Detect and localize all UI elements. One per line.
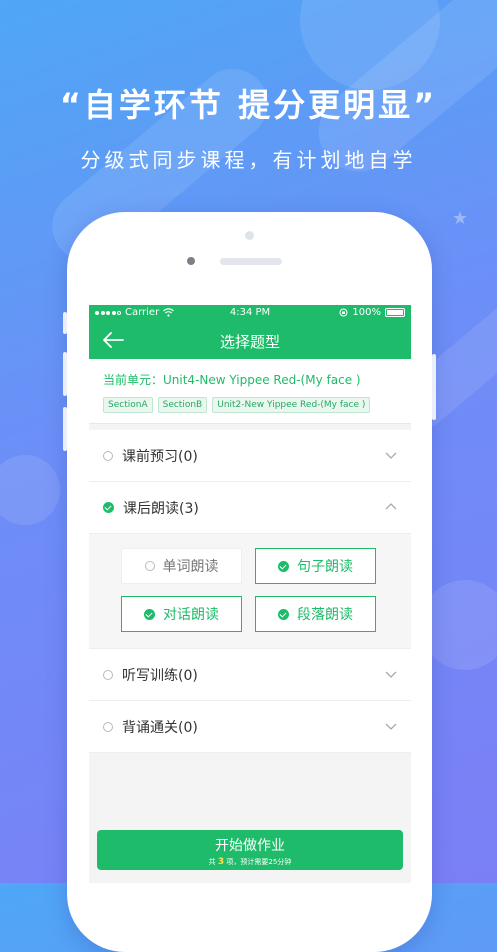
chevron-down-icon: [385, 671, 397, 678]
check-circle-icon: [103, 502, 114, 513]
option-dialogue-reading[interactable]: 对话朗读: [121, 596, 242, 632]
option-label: 段落朗读: [297, 607, 353, 623]
start-homework-button[interactable]: 开始做作业 共 3 项，预计需要25分钟: [97, 830, 403, 870]
check-circle-icon: [278, 608, 289, 620]
battery-percent: 100%: [352, 307, 381, 318]
unit-tags: SectionA SectionB Unit2-New Yippee Red-(…: [103, 397, 397, 413]
radio-unchecked-icon: [103, 721, 113, 732]
unit-tag: SectionA: [103, 397, 153, 413]
category-label: 听写训练(0): [122, 667, 198, 684]
nav-bar: 选择题型: [89, 321, 411, 359]
current-unit-label: 当前单元：Unit4-New Yippee Red-(My face ): [103, 373, 361, 387]
category-row-dictation[interactable]: 听写训练(0): [89, 649, 411, 701]
option-paragraph-reading[interactable]: 段落朗读: [255, 596, 376, 632]
chevron-down-icon: [385, 723, 397, 730]
status-right: 100%: [339, 307, 405, 318]
bg-decoration: [0, 455, 60, 525]
radio-unchecked-icon: [103, 669, 113, 680]
status-bar: Carrier 4:34 PM 100%: [89, 305, 411, 321]
chevron-down-icon: [385, 452, 397, 459]
start-sub-suffix: 项，预计需要25分钟: [226, 858, 292, 866]
battery-icon: [385, 308, 405, 317]
reading-options-panel: 单词朗读 句子朗读 对话朗读 段落朗读: [89, 534, 411, 649]
unit-tag: Unit2-New Yippee Red-(My face ): [212, 397, 371, 413]
check-circle-icon: [278, 560, 289, 572]
promo-subline: 分级式同步课程，有计划地自学: [80, 148, 417, 172]
phone-side-button: [63, 407, 67, 451]
orientation-lock-icon: [339, 308, 348, 317]
option-label: 单词朗读: [162, 559, 219, 575]
option-sentence-reading[interactable]: 句子朗读: [255, 548, 376, 584]
start-button-subtitle: 共 3 项，预计需要25分钟: [97, 857, 403, 867]
category-row-reading[interactable]: 课后朗读(3): [89, 482, 411, 534]
app-screen: Carrier 4:34 PM 100% 选择题型 当前单元：Unit4-New…: [89, 305, 411, 883]
option-label: 对话朗读: [163, 607, 219, 623]
category-row-preview[interactable]: 课前预习(0): [89, 430, 411, 482]
phone-side-button: [432, 354, 436, 420]
radio-unchecked-icon: [144, 561, 155, 571]
chevron-up-icon: [385, 503, 397, 510]
phone-side-button: [63, 352, 67, 396]
category-label: 课前预习(0): [122, 448, 198, 465]
phone-side-button: [63, 312, 67, 334]
task-count: 3: [217, 857, 225, 867]
category-label: 课后朗读(3): [123, 500, 199, 517]
category-list: 课前预习(0) 课后朗读(3) 单词朗读 句子朗读 对话朗读 段落朗读 听写训练…: [89, 430, 411, 753]
phone-sensor: [187, 257, 195, 265]
start-button-label: 开始做作业: [215, 838, 285, 854]
check-circle-icon: [144, 608, 155, 620]
radio-unchecked-icon: [103, 450, 113, 461]
option-word-reading[interactable]: 单词朗读: [121, 548, 242, 584]
start-sub-prefix: 共: [208, 858, 216, 866]
unit-card: 当前单元：Unit4-New Yippee Red-(My face ) Sec…: [89, 359, 411, 424]
phone-speaker: [220, 258, 282, 265]
star-icon: ★: [452, 208, 469, 229]
page-title: 选择题型: [219, 333, 280, 351]
promo-headline: “自学环节 提分更明显”: [59, 86, 438, 124]
category-row-recitation[interactable]: 背诵通关(0): [89, 701, 411, 753]
unit-tag: SectionB: [157, 397, 208, 413]
phone-camera: [245, 231, 254, 240]
category-label: 背诵通关(0): [122, 719, 198, 736]
reading-options-grid: 单词朗读 句子朗读 对话朗读 段落朗读: [121, 548, 411, 632]
option-label: 句子朗读: [297, 559, 353, 575]
